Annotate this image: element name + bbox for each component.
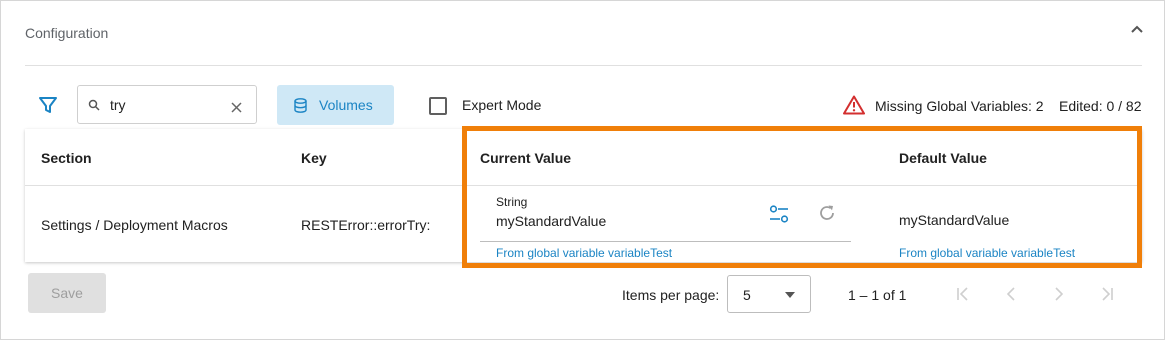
- pagination-range: 1 – 1 of 1: [848, 287, 907, 303]
- chevron-up-icon[interactable]: [1130, 23, 1144, 37]
- configuration-table: Section Key Current Value Default Value …: [25, 129, 1142, 262]
- cell-key: RESTError::errorTry:: [301, 217, 431, 233]
- save-button[interactable]: Save: [28, 273, 106, 313]
- value-type-label: String: [496, 195, 528, 209]
- search-field[interactable]: [77, 85, 257, 124]
- expert-mode-label[interactable]: Expert Mode: [462, 97, 541, 113]
- close-icon[interactable]: [231, 102, 242, 113]
- caret-down-icon: [785, 292, 795, 298]
- items-per-page-value: 5: [743, 287, 751, 303]
- search-icon: [88, 99, 100, 111]
- current-value-text[interactable]: myStandardValue: [496, 213, 606, 229]
- current-value-field[interactable]: myStandardValue: [480, 210, 851, 242]
- configuration-panel: Configuration Volumes Expert Mode Missi: [0, 0, 1165, 340]
- cell-default-value: myStandardValue: [899, 212, 1010, 228]
- current-value-hint[interactable]: From global variable variableTest: [496, 246, 672, 260]
- panel-title: Configuration: [25, 25, 109, 41]
- column-header-current-value[interactable]: Current Value: [480, 150, 571, 166]
- default-value-hint[interactable]: From global variable variableTest: [899, 246, 1075, 260]
- column-header-default-value[interactable]: Default Value: [899, 150, 987, 166]
- items-per-page-label: Items per page:: [622, 287, 720, 303]
- cell-section: Settings / Deployment Macros: [41, 217, 228, 233]
- database-icon: [294, 98, 307, 113]
- edited-count: Edited: 0 / 82: [1059, 98, 1142, 114]
- filter-icon[interactable]: [39, 96, 57, 114]
- volumes-label: Volumes: [319, 97, 373, 113]
- reset-icon[interactable]: [818, 204, 836, 222]
- warning-icon: [843, 95, 865, 115]
- last-page-icon[interactable]: [1099, 286, 1115, 302]
- header-divider: [25, 185, 1142, 186]
- expert-mode-checkbox[interactable]: [429, 97, 447, 115]
- search-input[interactable]: [110, 95, 220, 115]
- missing-global-variables: Missing Global Variables: 2: [875, 98, 1044, 114]
- tune-icon[interactable]: [769, 205, 789, 223]
- items-per-page-select[interactable]: 5: [727, 275, 811, 313]
- next-page-icon[interactable]: [1051, 286, 1067, 302]
- column-header-section[interactable]: Section: [41, 150, 92, 166]
- previous-page-icon[interactable]: [1003, 286, 1019, 302]
- first-page-icon[interactable]: [955, 286, 971, 302]
- volumes-button[interactable]: Volumes: [277, 85, 394, 125]
- column-header-key[interactable]: Key: [301, 150, 327, 166]
- panel-divider: [25, 65, 1142, 66]
